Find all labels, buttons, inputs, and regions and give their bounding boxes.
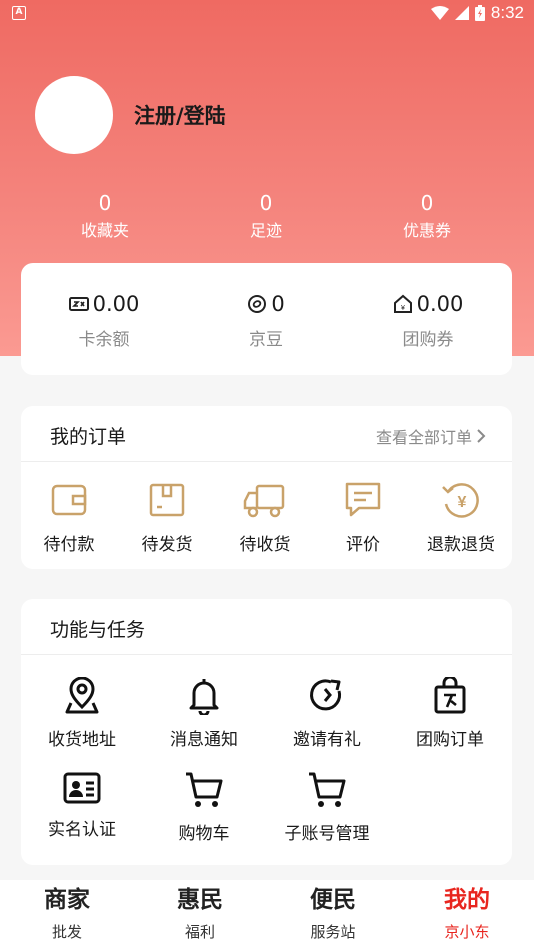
signal-icon xyxy=(454,6,469,20)
svg-text:¥: ¥ xyxy=(401,305,405,312)
truck-icon xyxy=(243,484,285,518)
cart-icon xyxy=(186,772,223,807)
tasks-card: 功能与任务 收货地址 消息通知 邀请有礼 团购订单 实名认证 购物车 子账号管理 xyxy=(21,599,512,865)
task-notifications[interactable]: 消息通知 xyxy=(144,677,264,750)
group-coupon-icon: ¥ xyxy=(393,294,412,313)
order-label: 评价 xyxy=(346,535,380,555)
tab-sub-label: 批发 xyxy=(51,923,82,941)
comment-icon xyxy=(345,482,381,517)
bell-icon xyxy=(189,679,219,715)
tasks-title: 功能与任务 xyxy=(50,619,146,641)
bottom-tab-bar: 商家 批发 惠民 福利 便民 服务站 我的 京小东 xyxy=(0,880,534,950)
order-refund[interactable]: ¥ 退款退货 xyxy=(413,480,509,555)
tab-merchants[interactable]: 商家 批发 xyxy=(0,884,134,944)
order-pending-receipt[interactable]: 待收货 xyxy=(217,480,313,555)
order-label: 退款退货 xyxy=(427,535,495,555)
order-label: 待收货 xyxy=(239,535,291,555)
battery-icon xyxy=(474,5,485,21)
svg-text:¥: ¥ xyxy=(458,494,467,511)
task-invite[interactable]: 邀请有礼 xyxy=(267,677,387,750)
bean-icon xyxy=(248,295,267,313)
card-icon xyxy=(68,297,89,311)
order-pending-shipment[interactable]: 待发货 xyxy=(119,480,215,555)
tab-main-label: 便民 xyxy=(310,887,356,913)
task-cart[interactable]: 购物车 xyxy=(144,771,264,844)
invite-icon xyxy=(310,679,342,711)
stat-value: 0 xyxy=(259,191,273,215)
tab-sub-label: 京小东 xyxy=(444,923,490,941)
wallet-value: 0.00 xyxy=(92,292,140,316)
stat-value: 0 xyxy=(98,191,112,215)
status-icons: 8:32 xyxy=(430,3,524,23)
tab-benefits[interactable]: 惠民 福利 xyxy=(133,884,267,944)
id-card-icon xyxy=(63,772,101,804)
login-link[interactable]: 注册/登陆 xyxy=(134,100,226,130)
wallet-icon xyxy=(51,484,87,516)
refund-icon: ¥ xyxy=(442,483,479,518)
package-icon xyxy=(149,483,185,517)
stat-label: 优惠券 xyxy=(402,221,451,240)
orders-card: 我的订单 查看全部订单 待付款 待发货 待收货 评价 ¥ 退款退货 xyxy=(21,406,512,569)
status-bar: A 8:32 xyxy=(0,0,534,28)
wallet-label: 团购券 xyxy=(402,330,454,350)
location-icon xyxy=(65,677,99,714)
divider xyxy=(21,654,512,655)
task-group-orders[interactable]: 团购订单 xyxy=(390,677,510,750)
order-pending-payment[interactable]: 待付款 xyxy=(21,480,117,555)
tab-main-label: 我的 xyxy=(444,887,490,913)
wallet-card: 0.00 卡余额 0 京豆 ¥ 0.00 团购券 xyxy=(21,263,512,375)
task-label: 子账号管理 xyxy=(284,824,370,844)
view-all-orders-link[interactable]: 查看全部订单 xyxy=(376,424,486,448)
stat-label: 足迹 xyxy=(249,221,282,240)
task-label: 消息通知 xyxy=(170,730,238,750)
wallet-label: 京豆 xyxy=(249,330,283,350)
stat-favorites[interactable]: 0 收藏夹 xyxy=(50,190,160,244)
stat-value: 0 xyxy=(420,191,434,215)
clock: 8:32 xyxy=(490,3,524,22)
task-sub-accounts[interactable]: 子账号管理 xyxy=(267,771,387,844)
view-all-orders-label: 查看全部订单 xyxy=(375,428,472,447)
wifi-icon xyxy=(430,6,449,20)
orders-title: 我的订单 xyxy=(50,426,127,448)
order-review[interactable]: 评价 xyxy=(315,480,411,555)
task-label: 团购订单 xyxy=(416,730,484,750)
avatar[interactable] xyxy=(35,76,113,154)
task-address[interactable]: 收货地址 xyxy=(22,677,142,750)
group-order-icon xyxy=(434,677,466,714)
wallet-beans[interactable]: 0 京豆 xyxy=(186,291,346,350)
task-label: 购物车 xyxy=(178,824,230,844)
notification-badge: A xyxy=(12,6,26,20)
tab-main-label: 惠民 xyxy=(177,887,223,913)
stat-label: 收藏夹 xyxy=(80,221,129,240)
wallet-value: 0.00 xyxy=(416,292,464,316)
chevron-right-icon xyxy=(477,429,486,443)
divider xyxy=(21,461,512,462)
task-label: 收货地址 xyxy=(48,730,116,750)
wallet-value: 0 xyxy=(271,292,285,316)
tab-sub-label: 福利 xyxy=(184,923,215,941)
task-verification[interactable]: 实名认证 xyxy=(22,771,142,840)
task-label: 邀请有礼 xyxy=(293,730,361,750)
tab-mine[interactable]: 我的 京小东 xyxy=(400,884,534,944)
tab-sub-label: 服务站 xyxy=(310,923,356,941)
stat-coupons[interactable]: 0 优惠券 xyxy=(372,190,482,244)
wallet-group-coupon[interactable]: ¥ 0.00 团购券 xyxy=(348,291,508,350)
wallet-label: 卡余额 xyxy=(78,330,130,350)
tab-services[interactable]: 便民 服务站 xyxy=(266,884,400,944)
cart-icon xyxy=(309,772,346,807)
tab-main-label: 商家 xyxy=(44,887,90,913)
stat-history[interactable]: 0 足迹 xyxy=(211,190,321,244)
wallet-card-balance[interactable]: 0.00 卡余额 xyxy=(24,291,184,350)
task-label: 实名认证 xyxy=(48,820,116,840)
order-label: 待付款 xyxy=(43,535,95,555)
order-label: 待发货 xyxy=(141,535,193,555)
